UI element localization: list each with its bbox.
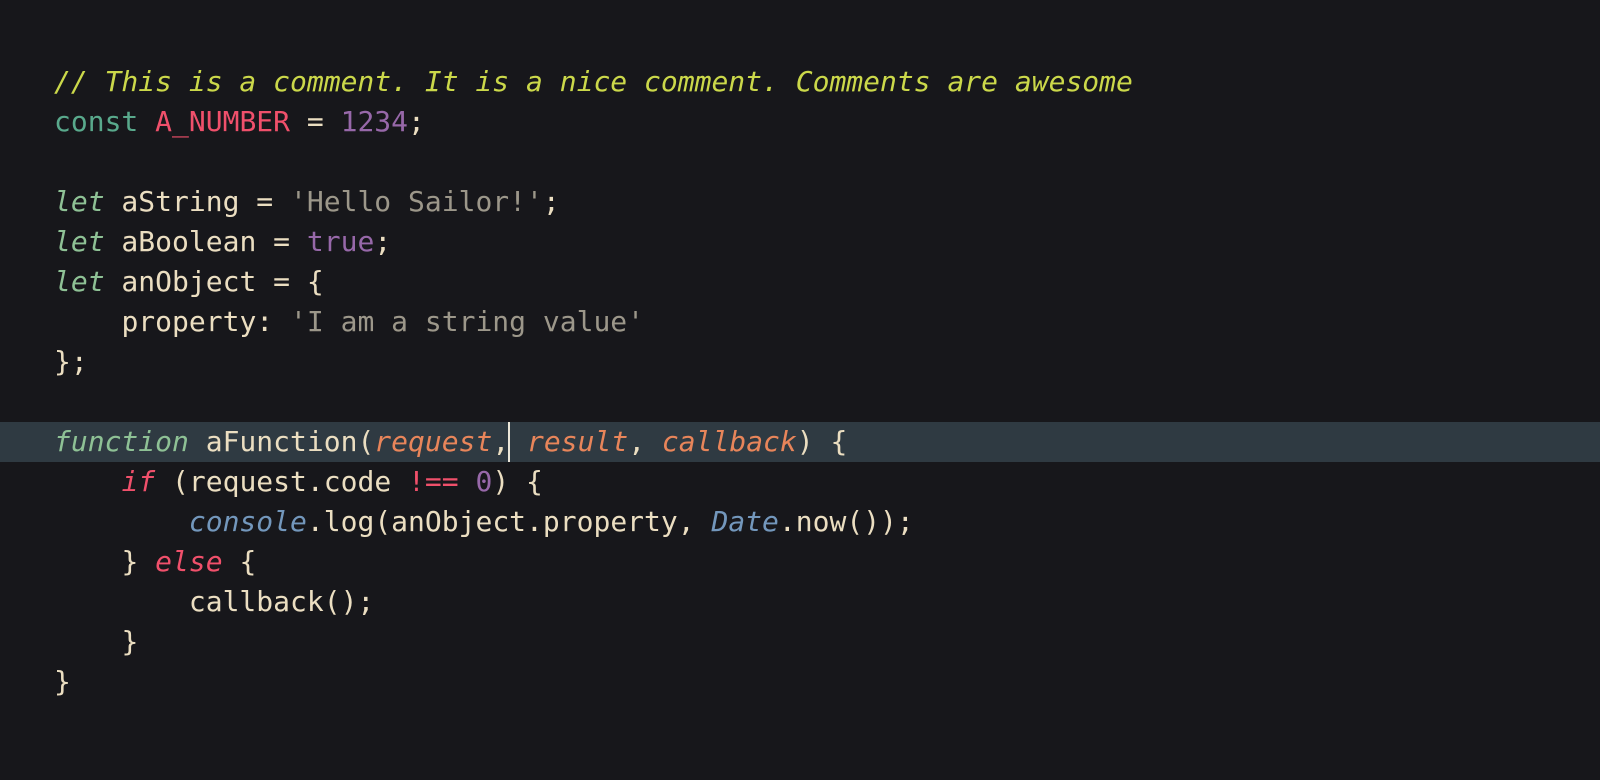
brace-close: }: [54, 665, 71, 698]
brace-open: {: [307, 265, 324, 298]
call-close: ();: [324, 585, 375, 618]
keyword-else: else: [138, 545, 222, 578]
comma: ,: [678, 505, 712, 538]
identifier: request: [189, 465, 307, 498]
brace-open: {: [814, 425, 848, 458]
indent: [54, 585, 189, 618]
builtin-console: console: [189, 505, 307, 538]
string-literal: 'Hello Sailor!': [290, 185, 543, 218]
identifier: callback: [189, 585, 324, 618]
code-line[interactable]: } else {: [0, 542, 1600, 582]
blank-line[interactable]: [0, 142, 1600, 182]
code-editor[interactable]: // This is a comment. It is a nice comme…: [0, 0, 1600, 780]
code-line[interactable]: let aString = 'Hello Sailor!';: [0, 182, 1600, 222]
code-line[interactable]: if (request.code !== 0) {: [0, 462, 1600, 502]
brace-open: {: [223, 545, 257, 578]
keyword-const: const: [54, 105, 138, 138]
code-line[interactable]: const A_NUMBER = 1234;: [0, 102, 1600, 142]
code-line[interactable]: property: 'I am a string value': [0, 302, 1600, 342]
comment-text: // This is a comment. It is a nice comme…: [54, 65, 1133, 98]
code-line[interactable]: callback();: [0, 582, 1600, 622]
number-literal: 1234: [341, 105, 408, 138]
parameter: result: [510, 425, 628, 458]
indent: [54, 505, 189, 538]
code-line[interactable]: let aBoolean = true;: [0, 222, 1600, 262]
variable-name: anObject: [105, 265, 257, 298]
method-name: log: [324, 505, 375, 538]
function-name: aFunction: [189, 425, 358, 458]
operator-assign: =: [256, 265, 307, 298]
comma: ,: [628, 425, 645, 458]
paren-open: (: [155, 465, 189, 498]
paren-close: ) {: [492, 465, 543, 498]
constant-name: A_NUMBER: [155, 105, 290, 138]
code-line[interactable]: console.log(anObject.property, Date.now(…: [0, 502, 1600, 542]
code-line[interactable]: // This is a comment. It is a nice comme…: [0, 62, 1600, 102]
operator-assign: =: [239, 185, 290, 218]
semicolon: ;: [408, 105, 425, 138]
brace-close: }: [121, 625, 138, 658]
comma: ,: [492, 425, 509, 458]
method-name: now: [796, 505, 847, 538]
property-name: property: [121, 305, 256, 338]
boolean-literal: true: [307, 225, 374, 258]
parameter: request: [374, 425, 492, 458]
number-literal: 0: [475, 465, 492, 498]
indent: [54, 465, 121, 498]
colon: :: [256, 305, 290, 338]
identifier: anObject: [391, 505, 526, 538]
keyword-let: let: [54, 225, 105, 258]
operator-assign: =: [290, 105, 341, 138]
property-access: code: [324, 465, 391, 498]
code-line[interactable]: let anObject = {: [0, 262, 1600, 302]
paren-open: (: [357, 425, 374, 458]
semicolon: ;: [374, 225, 391, 258]
keyword-if: if: [121, 465, 155, 498]
indent: [54, 625, 121, 658]
call-close: ());: [846, 505, 913, 538]
indent: [54, 545, 121, 578]
keyword-let: let: [54, 185, 105, 218]
keyword-let: let: [54, 265, 105, 298]
blank-line[interactable]: [0, 382, 1600, 422]
dot: .: [307, 505, 324, 538]
variable-name: aString: [105, 185, 240, 218]
paren-close: ): [797, 425, 814, 458]
operator-compare: !==: [391, 465, 475, 498]
property-access: property: [543, 505, 678, 538]
code-line[interactable]: }: [0, 622, 1600, 662]
dot: .: [526, 505, 543, 538]
code-line-active[interactable]: function aFunction(request, result, call…: [0, 422, 1600, 462]
variable-name: aBoolean: [105, 225, 257, 258]
semicolon: ;: [543, 185, 560, 218]
paren-open: (: [374, 505, 391, 538]
string-literal: 'I am a string value': [290, 305, 644, 338]
builtin-date: Date: [711, 505, 778, 538]
parameter: callback: [645, 425, 797, 458]
brace-close: }: [121, 545, 138, 578]
code-line[interactable]: }: [0, 662, 1600, 702]
keyword-function: function: [54, 425, 189, 458]
code-line[interactable]: };: [0, 342, 1600, 382]
indent: [54, 305, 121, 338]
operator-assign: =: [256, 225, 307, 258]
dot: .: [779, 505, 796, 538]
brace-close: };: [54, 345, 88, 378]
dot: .: [307, 465, 324, 498]
